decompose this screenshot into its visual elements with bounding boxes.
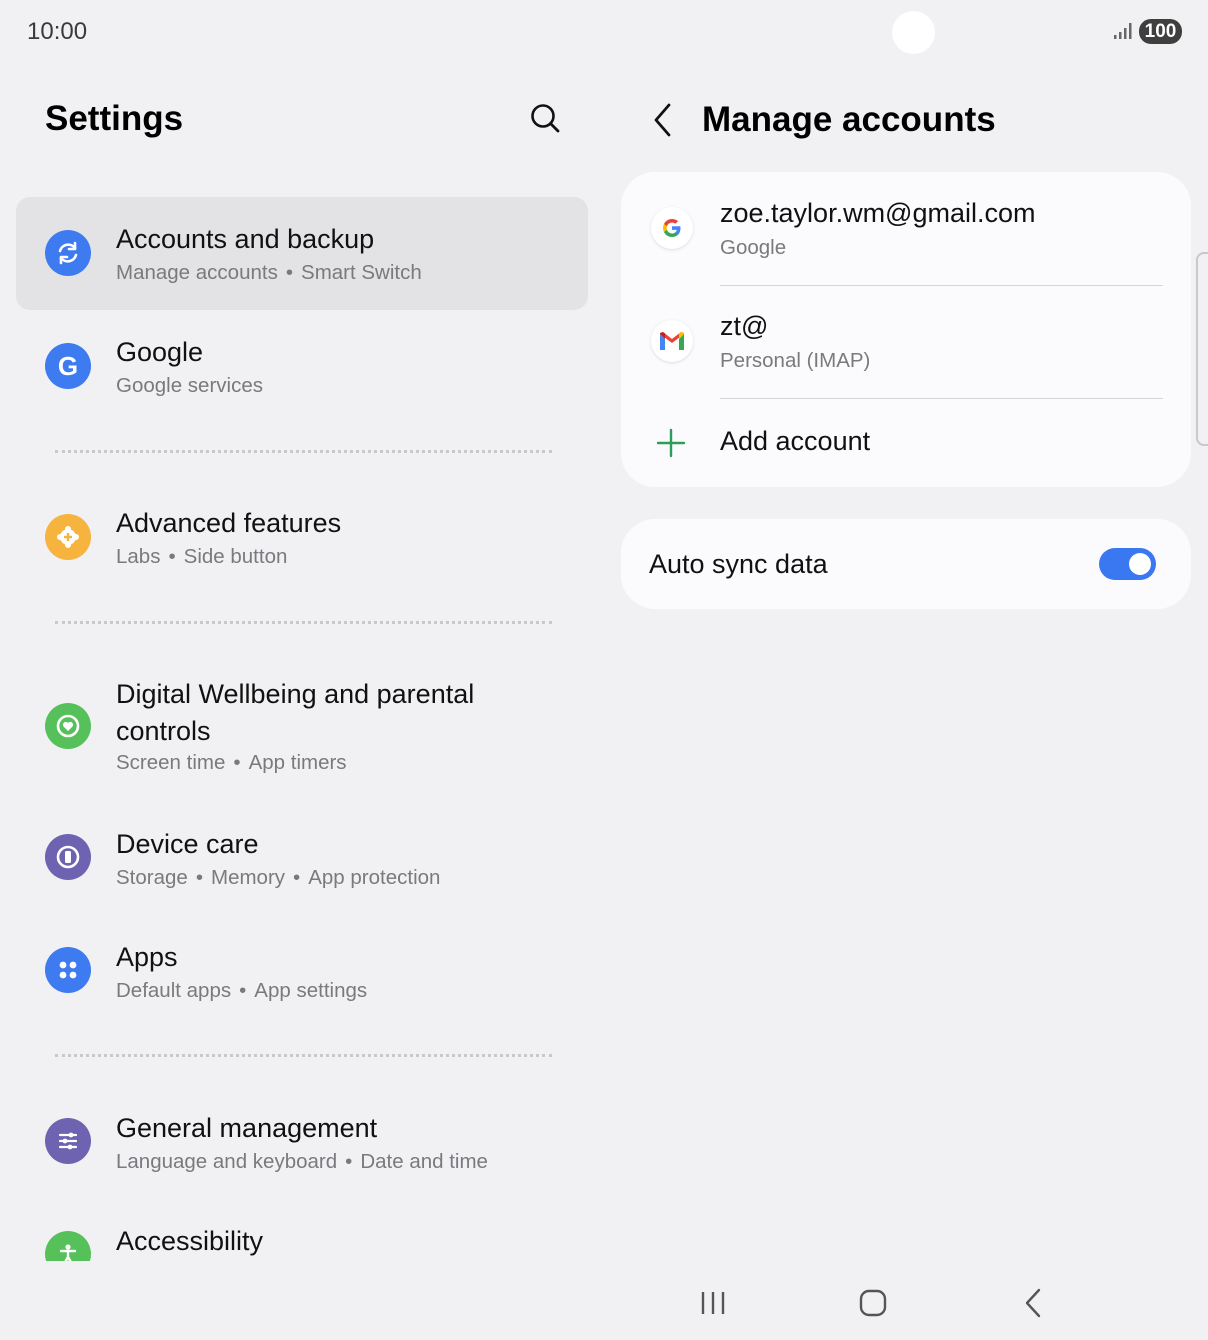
google-icon	[651, 207, 693, 249]
sync-icon	[45, 230, 91, 276]
item-subtitle: Google services	[116, 374, 263, 397]
account-type: Google	[720, 236, 787, 259]
page-title: Manage accounts	[702, 100, 996, 139]
gmail-icon	[651, 320, 693, 362]
settings-pane: Settings Accounts and backup Manage acco…	[0, 64, 604, 1261]
heart-circle-icon	[45, 703, 91, 749]
signal-icon	[1114, 23, 1132, 39]
item-title: Accessibility	[116, 1226, 264, 1256]
settings-item-digital-wellbeing[interactable]: Digital Wellbeing and parental controls …	[16, 652, 588, 802]
item-subtitle: Default apps • App settings	[116, 979, 368, 1002]
item-title: Digital Wellbeing and parental controls	[116, 679, 475, 746]
account-email: zoe.taylor.wm@gmail.com	[720, 198, 1036, 228]
back-arrow-icon[interactable]	[648, 101, 678, 139]
divider	[720, 285, 1163, 286]
recents-icon[interactable]	[693, 1286, 733, 1320]
settings-item-apps[interactable]: Apps Default apps • App settings	[16, 915, 588, 1028]
navigation-bar	[0, 1261, 1208, 1340]
settings-item-device-care[interactable]: Device care Storage • Memory • App protectio…	[16, 802, 588, 915]
account-email: zt@	[720, 311, 769, 341]
apps-grid-icon	[45, 947, 91, 993]
google-g-icon: G	[45, 343, 91, 389]
toggle-knob	[1129, 553, 1151, 575]
item-title: General management	[116, 1113, 378, 1143]
status-time: 10:00	[27, 18, 88, 45]
search-icon[interactable]	[525, 99, 565, 139]
settings-item-accounts-backup[interactable]: Accounts and backup Manage accounts • Smar…	[16, 197, 588, 310]
divider	[720, 398, 1163, 399]
divider	[55, 1054, 552, 1057]
camera-cutout	[892, 11, 935, 54]
battery-indicator: 100	[1139, 19, 1182, 44]
item-subtitle: Labs • Side button	[116, 545, 288, 568]
status-bar: 10:00 100	[0, 0, 1208, 64]
settings-item-advanced-features[interactable]: Advanced features Labs • Side button	[16, 481, 588, 594]
item-title: Advanced features	[116, 508, 342, 538]
settings-item-google[interactable]: G Google Google services	[16, 310, 588, 423]
auto-sync-label: Auto sync data	[649, 549, 828, 579]
item-subtitle: Screen time • App timers	[116, 751, 347, 774]
sliders-icon	[45, 1118, 91, 1164]
settings-item-general-management[interactable]: General management Language and keyboard…	[16, 1086, 588, 1199]
item-title: Accounts and backup	[116, 224, 375, 254]
gear-plus-icon	[45, 514, 91, 560]
page-title: Settings	[45, 99, 184, 138]
back-icon[interactable]	[1013, 1286, 1053, 1320]
home-icon[interactable]	[853, 1286, 893, 1320]
auto-sync-row[interactable]: Auto sync data	[621, 519, 1191, 609]
plus-icon	[656, 428, 686, 458]
accounts-card: zoe.taylor.wm@gmail.com Google zt@ Perso…	[621, 172, 1191, 487]
manage-accounts-pane: Manage accounts zoe.taylor.wm@gmail.com …	[604, 64, 1208, 1261]
item-title: Google	[116, 337, 204, 367]
device-care-icon	[45, 834, 91, 880]
accessibility-icon	[45, 1231, 91, 1261]
item-subtitle: Storage • Memory • App protection	[116, 866, 441, 889]
add-account-label: Add account	[720, 426, 871, 456]
account-type: Personal (IMAP)	[720, 349, 871, 372]
item-title: Apps	[116, 942, 178, 972]
settings-item-accessibility[interactable]: Accessibility	[16, 1199, 588, 1261]
divider	[55, 450, 552, 453]
auto-sync-toggle[interactable]	[1099, 548, 1156, 580]
divider	[55, 621, 552, 624]
item-subtitle: Language and keyboard • Date and time	[116, 1150, 488, 1173]
item-subtitle: Manage accounts • Smart Switch	[116, 261, 422, 284]
item-title: Device care	[116, 829, 259, 859]
panel-resize-handle[interactable]	[1196, 252, 1208, 446]
